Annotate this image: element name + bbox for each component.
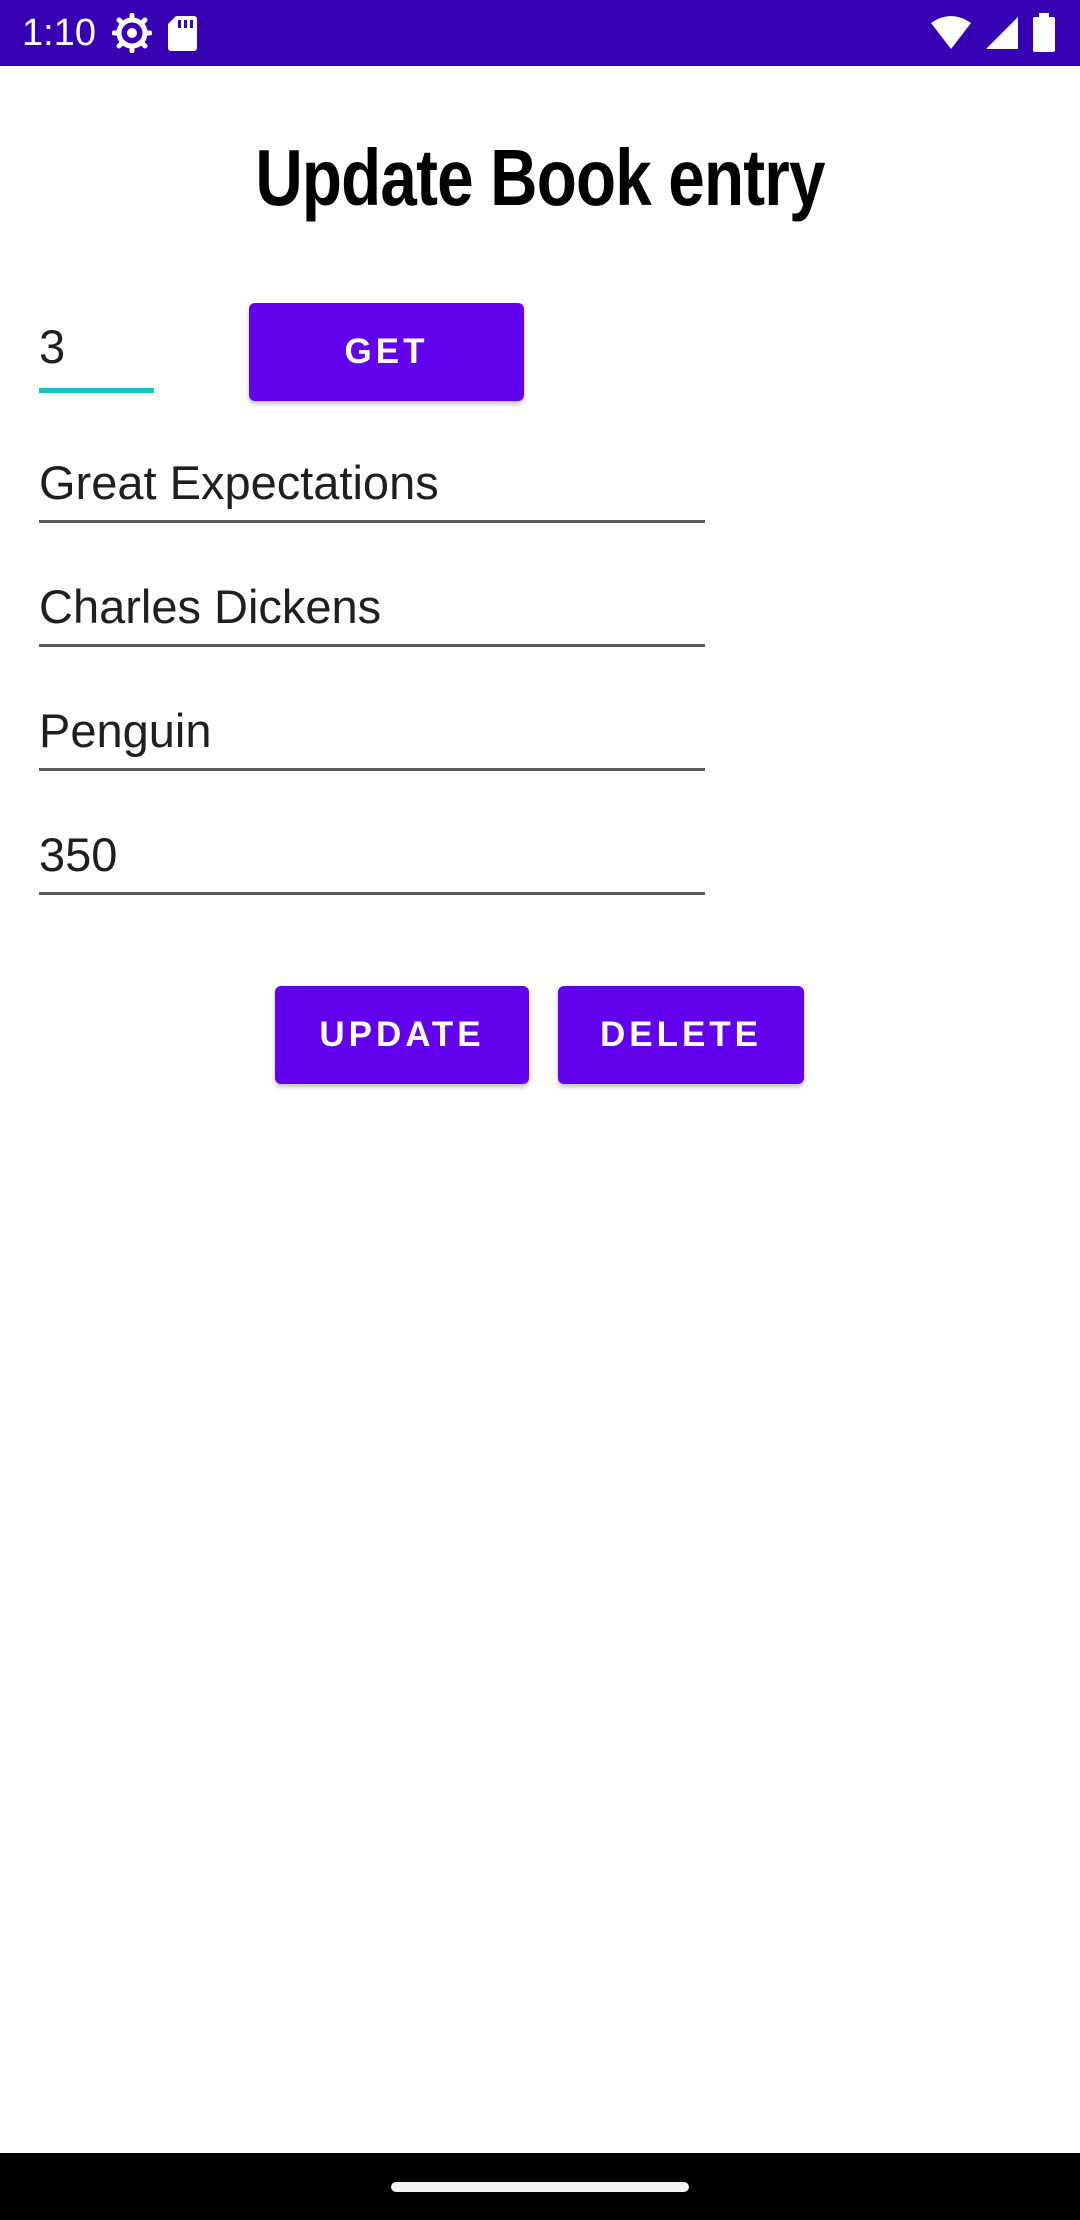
status-left-icons xyxy=(112,13,198,53)
book-id-input[interactable]: 3 xyxy=(39,318,154,393)
wifi-icon xyxy=(930,15,972,51)
book-pages-value: 350 xyxy=(39,828,118,881)
screen: 1:10 Update Book entry 3 GET Great Expec… xyxy=(0,0,1080,2220)
book-author-value: Charles Dickens xyxy=(39,580,382,633)
status-right-icons xyxy=(930,13,1056,53)
settings-gear-icon xyxy=(112,13,152,53)
status-time: 1:10 xyxy=(22,12,96,54)
book-author-input[interactable]: Charles Dickens xyxy=(39,572,705,647)
page-title: Update Book entry xyxy=(255,133,825,222)
delete-button[interactable]: DELETE xyxy=(558,986,804,1084)
sd-card-icon xyxy=(166,14,198,52)
update-button[interactable]: UPDATE xyxy=(275,986,529,1084)
book-pages-input[interactable]: 350 xyxy=(39,820,705,895)
home-gesture-handle[interactable] xyxy=(391,2182,689,2192)
status-bar: 1:10 xyxy=(0,0,1080,66)
book-publisher-input[interactable]: Penguin xyxy=(39,696,705,771)
navigation-bar xyxy=(0,2153,1080,2220)
book-publisher-value: Penguin xyxy=(39,704,212,757)
get-button[interactable]: GET xyxy=(249,303,524,401)
book-title-value: Great Expectations xyxy=(39,456,439,509)
cell-signal-icon xyxy=(984,15,1020,51)
battery-icon xyxy=(1032,13,1056,53)
book-title-input[interactable]: Great Expectations xyxy=(39,448,705,523)
book-id-value: 3 xyxy=(39,320,66,373)
